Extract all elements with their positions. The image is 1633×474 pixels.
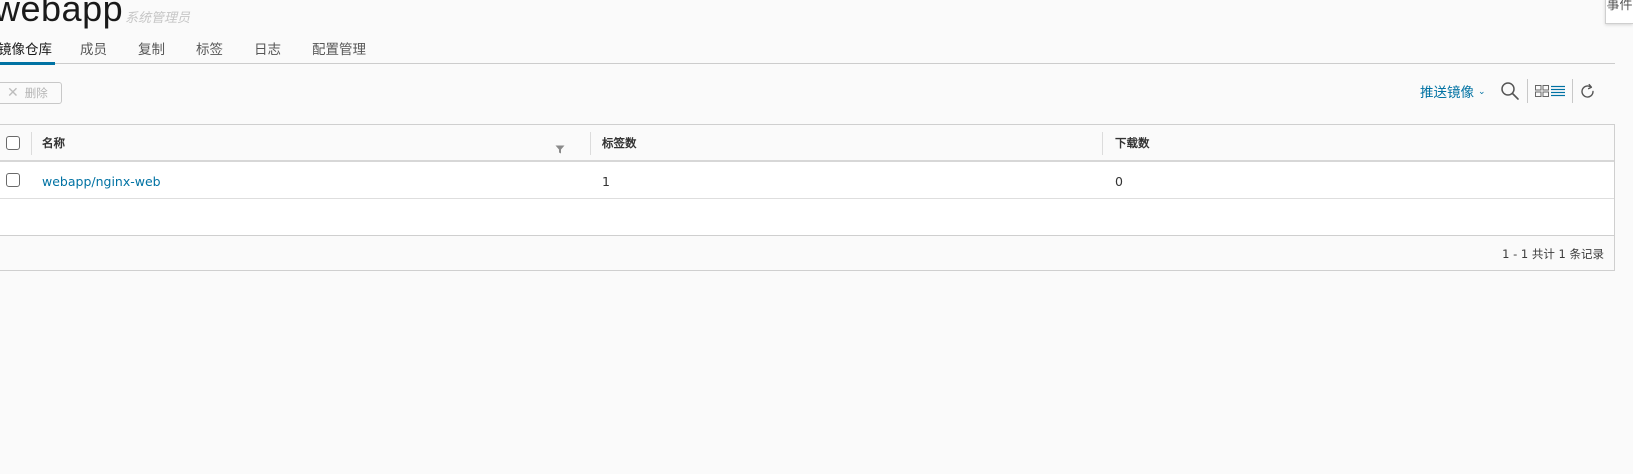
tab-members[interactable]: 成员: [80, 38, 107, 58]
refresh-icon[interactable]: [1579, 83, 1596, 100]
search-icon[interactable]: [1500, 81, 1520, 101]
row-checkbox[interactable]: [6, 173, 20, 187]
grid-toolbar: 推送镜像 ⌄: [1420, 78, 1596, 104]
tab-bar: 镜像仓库 成员 复制 标签 日志 配置管理: [0, 30, 1615, 65]
repository-name-link[interactable]: webapp/nginx-web: [42, 174, 161, 189]
page-title: webapp: [0, 0, 124, 29]
side-panel-label: 事件: [1606, 0, 1633, 13]
column-divider: [31, 132, 32, 155]
column-divider: [590, 132, 591, 155]
repository-datagrid: 名称 标签数 下载数 webapp/nginx-web 1 0 1 - 1 共计…: [0, 124, 1615, 271]
side-panel-toggle[interactable]: 事件: [1605, 0, 1633, 24]
push-image-label: 推送镜像: [1420, 85, 1474, 101]
datagrid-header: 名称 标签数 下载数: [0, 125, 1614, 162]
tab-labels[interactable]: 标签: [196, 38, 223, 58]
tab-repositories[interactable]: 镜像仓库: [0, 38, 55, 65]
toolbar-divider: [1571, 79, 1573, 103]
list-view-icon[interactable]: [1550, 85, 1565, 97]
pull-count: 0: [1115, 174, 1123, 189]
chevron-down-icon: ⌄: [1478, 86, 1486, 97]
user-role-label: 系统管理员: [125, 11, 191, 26]
card-view-icon[interactable]: [1534, 85, 1549, 97]
push-image-dropdown[interactable]: 推送镜像 ⌄: [1420, 81, 1486, 101]
tab-logs[interactable]: 日志: [254, 38, 281, 58]
column-header-pulls[interactable]: 下载数: [1115, 135, 1150, 151]
table-row: webapp/nginx-web 1 0: [0, 162, 1614, 199]
tab-replication[interactable]: 复制: [138, 38, 165, 58]
delete-button-label: 删除: [24, 86, 48, 100]
toolbar-divider: [1526, 79, 1528, 103]
select-all-checkbox[interactable]: [6, 136, 20, 150]
filter-icon[interactable]: [555, 139, 565, 158]
pagination-summary: 1 - 1 共计 1 条记录: [1502, 247, 1604, 261]
datagrid-footer: 1 - 1 共计 1 条记录: [0, 235, 1614, 270]
close-icon: ✕: [7, 85, 19, 101]
delete-button[interactable]: ✕ 删除: [0, 82, 62, 104]
tab-configuration[interactable]: 配置管理: [312, 38, 366, 58]
column-header-tags[interactable]: 标签数: [602, 135, 637, 151]
column-header-name[interactable]: 名称: [42, 135, 65, 151]
column-divider: [1102, 132, 1103, 155]
tag-count: 1: [602, 174, 610, 189]
